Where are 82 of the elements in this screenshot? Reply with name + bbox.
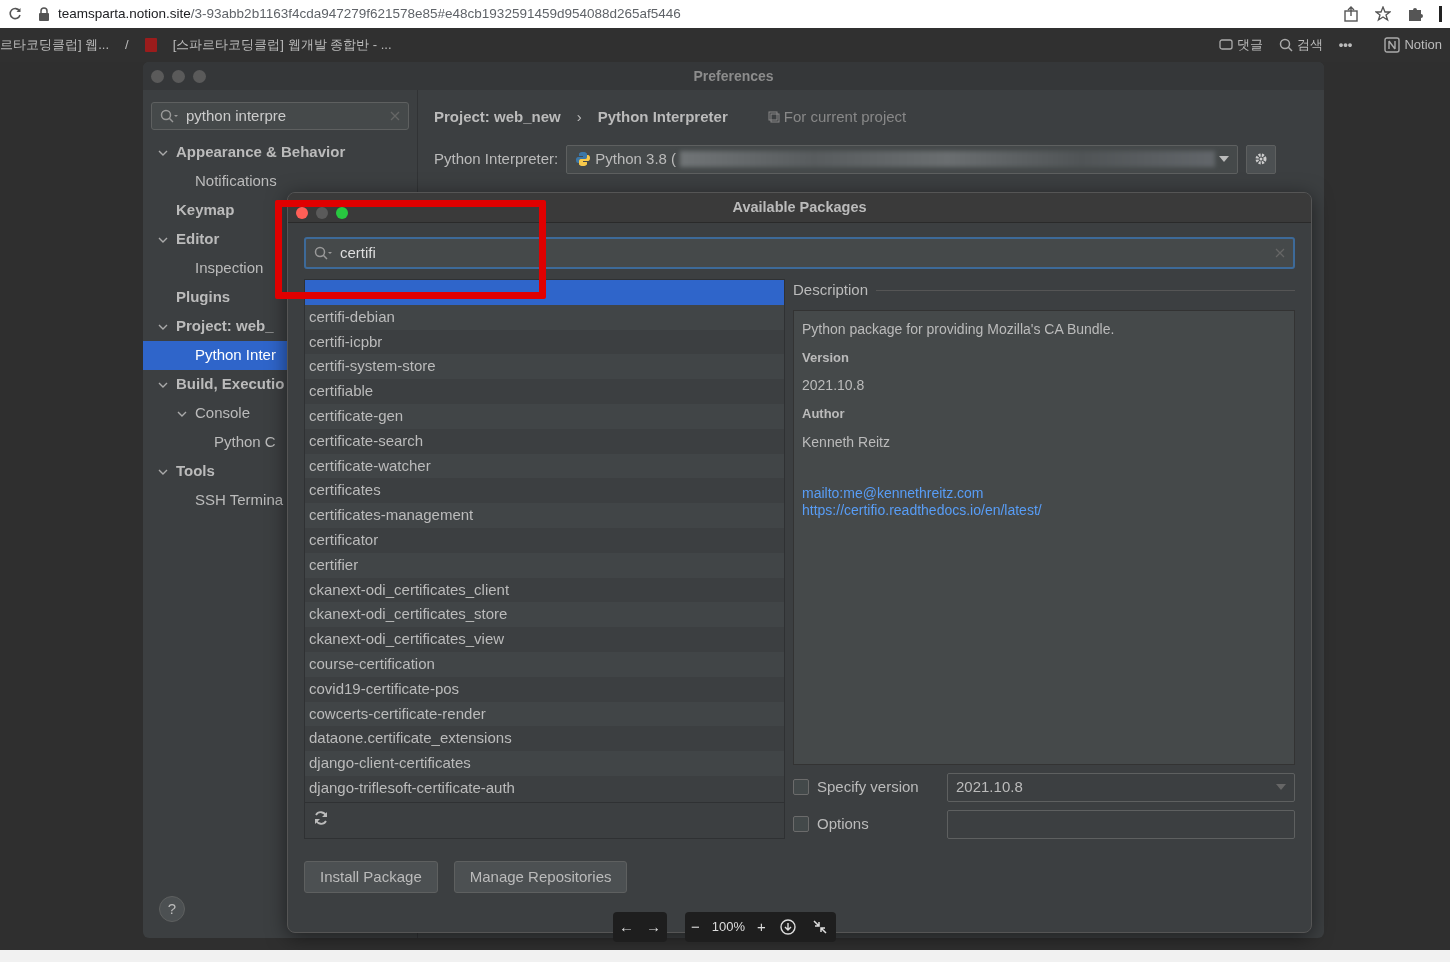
tree-item[interactable]: Appearance & Behavior	[143, 138, 417, 167]
breadcrumb-link[interactable]: 르타코딩클럽] 웹...	[0, 35, 110, 55]
package-row[interactable]: certifi-debian	[305, 304, 784, 330]
settings-button[interactable]	[1246, 144, 1277, 174]
copy-icon	[767, 111, 780, 124]
notion-app-button[interactable]: Notion	[1384, 35, 1442, 55]
puzzle-icon[interactable]	[1407, 6, 1423, 22]
package-row[interactable]: certifi-system-store	[305, 354, 784, 380]
back-button[interactable]: ←	[613, 915, 640, 939]
python-icon	[575, 151, 592, 167]
notion-logo-icon	[1384, 37, 1401, 53]
interpreter-dropdown[interactable]: Python 3.8 (	[566, 144, 1239, 174]
collapse-icon[interactable]	[811, 919, 828, 935]
refresh-icon[interactable]	[313, 809, 329, 826]
link[interactable]: mailto:me@kennethreitz.com	[802, 484, 1286, 502]
checkbox-label: Options	[817, 813, 870, 834]
package-row[interactable]: certifier	[305, 552, 784, 578]
dialog-button[interactable]: Manage Repositories	[453, 860, 628, 893]
package-row[interactable]: certificate-watcher	[305, 453, 784, 479]
dialog-title: Available Packages	[732, 197, 867, 217]
search-field[interactable]: python interpre	[151, 102, 409, 130]
scope-label: For current project	[783, 107, 907, 127]
field-value: Kenneth Reitz	[802, 432, 891, 452]
package-row[interactable]: django-client-certificates	[305, 751, 784, 776]
description-text: Python package for providing Mozilla's CA Bundle.	[802, 319, 1116, 339]
more-button[interactable]: •••	[1338, 35, 1353, 55]
star-icon[interactable]	[1375, 6, 1391, 22]
comment-icon	[1218, 38, 1233, 52]
breadcrumb-item: Python Interpreter	[597, 107, 728, 127]
package-row[interactable]: certificate-gen	[305, 404, 784, 429]
dialog-button[interactable]: Install Package	[304, 860, 438, 893]
clear-icon[interactable]	[1275, 248, 1285, 258]
share-icon[interactable]	[1343, 6, 1359, 22]
section-heading: Description	[793, 280, 869, 300]
field-label: Author	[802, 405, 846, 423]
link[interactable]: https://certifio.readthedocs.io/en/latest/	[802, 501, 1286, 519]
package-row[interactable]: course-certification	[305, 651, 784, 677]
package-row[interactable]: certifiable	[305, 379, 784, 404]
package-search-field[interactable]: certifi	[304, 237, 1295, 269]
checkbox-label: Specify version	[817, 776, 920, 797]
settings-icon	[1254, 152, 1269, 166]
package-row[interactable]: certificates-management	[305, 503, 784, 528]
help-button[interactable]: ?	[159, 896, 185, 922]
zoom-in-button[interactable]: +	[751, 915, 772, 939]
book-icon	[144, 38, 157, 52]
caret-icon	[1276, 784, 1286, 790]
version-dropdown[interactable]: 2021.10.8	[947, 772, 1295, 802]
caret-icon	[1219, 156, 1230, 162]
zoom-level: 100%	[710, 918, 746, 937]
lock-icon	[38, 7, 50, 21]
search-icon	[1278, 38, 1293, 52]
package-row[interactable]: ckanext-odi_certificates_view	[305, 627, 784, 652]
search-icon	[314, 246, 332, 260]
package-row[interactable]: ckanext-odi_certificates_store	[305, 602, 784, 628]
checkbox[interactable]	[793, 816, 809, 832]
field-value: 2021.10.8	[802, 376, 866, 395]
breadcrumb-separator: /	[125, 36, 129, 55]
package-row[interactable]: covid19-certificate-pos	[305, 676, 784, 702]
zoom-out-button[interactable]: −	[685, 915, 706, 939]
package-row[interactable]: cowcerts-certificate-render	[305, 701, 784, 727]
breadcrumb-item[interactable]: Project: web_new	[434, 106, 561, 129]
package-row[interactable]: certificator	[305, 527, 784, 553]
options-field[interactable]	[947, 809, 1295, 839]
breadcrumb-link[interactable]: [스파르타코딩클럽] 웹개발 종합반 - ...	[172, 35, 1203, 55]
breadcrumb-separator: ›	[576, 107, 582, 127]
download-icon[interactable]	[779, 919, 796, 935]
forward-button[interactable]: →	[640, 915, 667, 939]
package-row[interactable]: django-triflesoft-certificate-auth	[305, 775, 784, 801]
search-icon	[160, 109, 178, 123]
interpreter-label: Python Interpreter:	[434, 148, 559, 169]
field-label: Version	[802, 348, 850, 367]
clear-icon[interactable]	[390, 111, 400, 121]
tree-item[interactable]: Notifications	[143, 167, 417, 196]
window-title: Preferences	[693, 66, 774, 86]
search-button[interactable]: 검색	[1278, 35, 1323, 55]
reload-icon[interactable]	[8, 7, 22, 21]
comments-button[interactable]: 댓글	[1218, 35, 1263, 55]
package-row[interactable]: ckanext-odi_certificates_client	[305, 577, 784, 603]
checkbox[interactable]	[793, 779, 809, 795]
package-row[interactable]: certificate-search	[305, 428, 784, 454]
package-row[interactable]: certificates	[305, 478, 784, 504]
package-row[interactable]: dataone.certificate_extensions	[305, 726, 784, 752]
